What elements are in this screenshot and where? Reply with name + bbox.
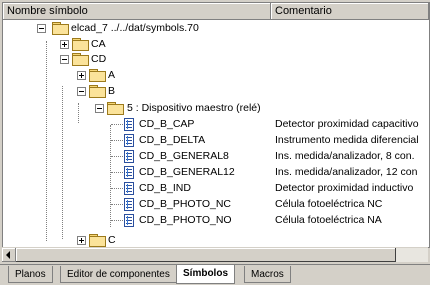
tab-editor-componentes[interactable]: Editor de componentes <box>60 266 177 283</box>
collapse-icon[interactable] <box>77 87 86 96</box>
tree-node-label: 5 : Dispositivo maestro (relé) <box>127 102 261 114</box>
tree-node-label: B <box>108 85 116 97</box>
tree-node-root[interactable]: elcad_7 ../../dat/symbols.70 <box>3 21 429 36</box>
tree-node-b[interactable]: B <box>3 84 429 99</box>
tab-simbolos[interactable]: Símbolos <box>176 265 236 284</box>
expand-icon[interactable] <box>60 40 69 49</box>
symbol-name: CD_B_IND <box>139 182 191 194</box>
tree-node-label: A <box>108 69 116 81</box>
symbol-tree[interactable]: Nombre símbolo Comentario elcad_7 ../../… <box>2 2 430 248</box>
symbol-name: CD_B_CAP <box>139 118 195 130</box>
symbol-comment: Detector proximidad inductivo <box>275 182 414 194</box>
symbol-comment: Detector proximidad capacitivo <box>275 118 419 130</box>
column-header-comment-label: Comentario <box>275 5 332 17</box>
tree-node-a[interactable]: A <box>3 68 429 83</box>
symbol-row[interactable]: CD_B_PHOTO_NC Célula fotoeléctrica NC <box>3 197 429 212</box>
symbol-comment: Célula fotoeléctrica NC <box>275 198 383 210</box>
symbol-row[interactable]: CD_B_GENERAL8 Ins. medida/analizador, 8 … <box>3 149 429 164</box>
tree-node-label: C <box>108 234 116 246</box>
symbol-row[interactable]: CD_B_GENERAL12 Ins. medida/analizador, 1… <box>3 165 429 180</box>
symbol-file-icon <box>124 182 134 195</box>
symbol-file-icon <box>124 198 134 211</box>
symbol-name: CD_B_PHOTO_NC <box>139 198 231 210</box>
folder-open-icon <box>107 102 124 115</box>
collapse-icon[interactable] <box>60 55 69 64</box>
folder-icon <box>72 38 89 51</box>
expand-icon[interactable] <box>77 236 86 245</box>
tree-node-label: elcad_7 ../../dat/symbols.70 <box>71 22 199 34</box>
folder-icon <box>89 234 106 247</box>
collapse-icon[interactable] <box>37 24 46 33</box>
tree-node-ca[interactable]: CA <box>3 37 429 52</box>
column-header-comment[interactable]: Comentario <box>271 3 429 20</box>
horizontal-scrollbar[interactable] <box>2 247 428 262</box>
symbol-name: CD_B_DELTA <box>139 134 206 146</box>
symbol-name: CD_B_GENERAL8 <box>139 150 229 162</box>
tab-macros[interactable]: Macros <box>244 266 291 283</box>
folder-open-icon <box>72 53 89 66</box>
symbol-file-icon <box>124 150 134 163</box>
scroll-left-arrow-icon[interactable] <box>2 248 16 262</box>
symbol-comment: Ins. medida/analizador, 8 con. <box>275 150 415 162</box>
collapse-icon[interactable] <box>95 104 104 113</box>
tree-node-cd[interactable]: CD <box>3 52 429 67</box>
symbol-file-icon <box>124 118 134 131</box>
symbol-row[interactable]: CD_B_CAP Detector proximidad capacitivo <box>3 117 429 132</box>
folder-icon <box>89 69 106 82</box>
symbol-name: CD_B_GENERAL12 <box>139 166 235 178</box>
symbol-row[interactable]: CD_B_IND Detector proximidad inductivo <box>3 181 429 196</box>
symbol-row[interactable]: CD_B_DELTA Instrumento medida diferencia… <box>3 133 429 148</box>
tree-node-label: CD <box>91 53 107 65</box>
symbol-comment: Célula fotoeléctrica NA <box>275 214 382 226</box>
symbol-browser-panel: Nombre símbolo Comentario elcad_7 ../../… <box>0 0 430 285</box>
symbol-comment: Ins. medida/analizador, 12 con <box>275 166 418 178</box>
tree-node-c[interactable]: C <box>3 233 429 247</box>
folder-open-icon <box>89 85 106 98</box>
column-header-symbol-name[interactable]: Nombre símbolo <box>3 3 271 20</box>
bottom-tab-bar: Planos Editor de componentes Símbolos Ma… <box>0 264 430 285</box>
tree-node-group5[interactable]: 5 : Dispositivo maestro (relé) <box>3 101 429 116</box>
symbol-file-icon <box>124 134 134 147</box>
symbol-name: CD_B_PHOTO_NO <box>139 214 232 226</box>
folder-open-icon <box>52 22 69 35</box>
scrollbar-thumb[interactable] <box>16 248 396 262</box>
symbol-row[interactable]: CD_B_PHOTO_NO Célula fotoeléctrica NA <box>3 213 429 228</box>
tab-planos[interactable]: Planos <box>8 266 53 283</box>
symbol-file-icon <box>124 214 134 227</box>
symbol-file-icon <box>124 166 134 179</box>
column-header-symbol-name-label: Nombre símbolo <box>7 5 88 17</box>
tree-node-label: CA <box>91 38 106 50</box>
expand-icon[interactable] <box>77 71 86 80</box>
symbol-comment: Instrumento medida diferencial <box>275 134 419 146</box>
